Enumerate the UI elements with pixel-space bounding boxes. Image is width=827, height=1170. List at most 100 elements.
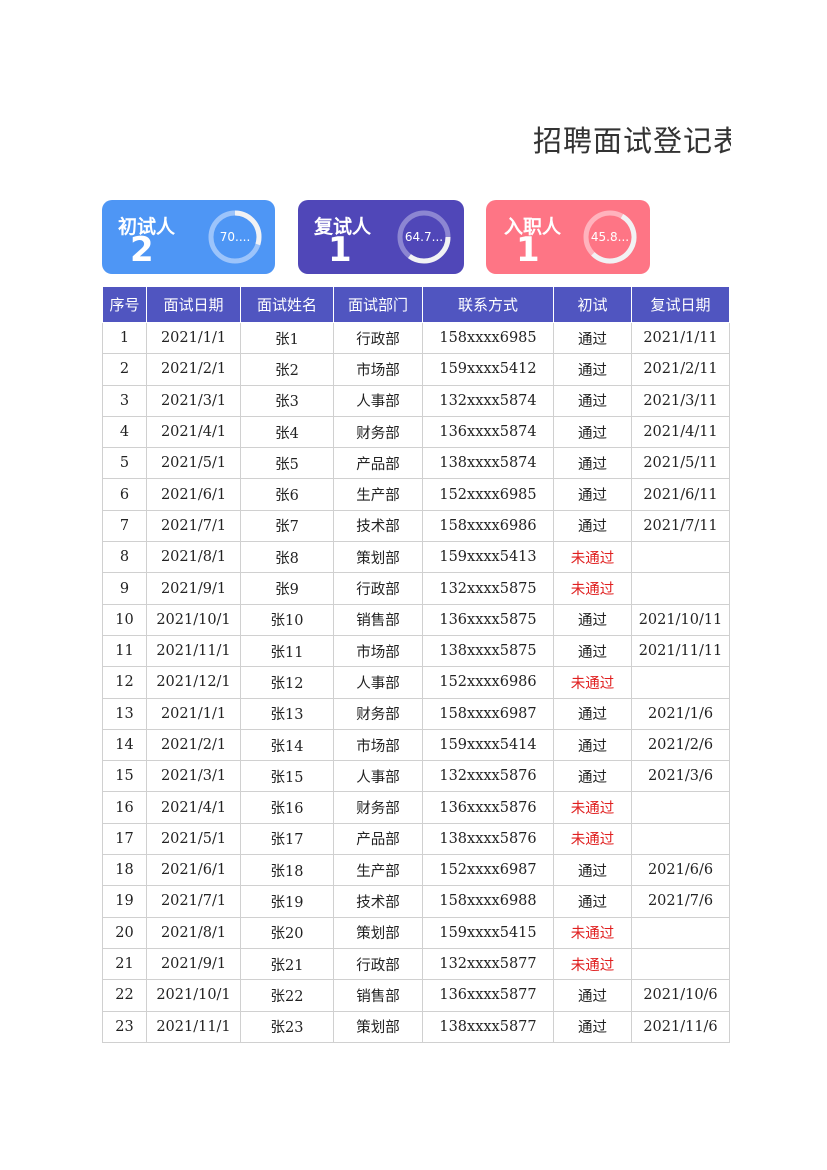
cell-col-date: 2021/8/1 [146, 916, 241, 949]
cell-col-index: 4 [102, 415, 147, 449]
cell-col-second-date: 2021/11/6 [631, 1010, 730, 1043]
cell-col-date: 2021/10/1 [146, 979, 241, 1012]
card-count: 1 [516, 230, 540, 270]
cell-col-first-result: 通过 [553, 384, 632, 417]
cell-col-second-date [631, 541, 730, 574]
second-interview-card: 复试人 1 64.7... [298, 200, 464, 274]
cell-col-dept: 技术部 [333, 885, 423, 918]
cell-col-second-date: 2021/3/11 [631, 384, 730, 417]
cell-col-first-result: 通过 [553, 885, 632, 918]
cell-col-contact: 152xxxx6987 [422, 854, 554, 887]
cell-col-first-result: 通过 [553, 760, 632, 793]
cell-col-date: 2021/9/1 [146, 572, 241, 605]
cell-col-second-date [631, 666, 730, 699]
cell-col-second-date: 2021/5/11 [631, 447, 730, 480]
cell-col-name: 张17 [240, 822, 334, 856]
cell-col-first-result: 通过 [553, 854, 632, 887]
cell-col-first-result: 通过 [553, 321, 632, 355]
cell-col-first-result: 通过 [553, 447, 632, 480]
cell-col-index: 23 [102, 1010, 147, 1043]
cell-col-dept: 技术部 [333, 509, 423, 543]
cell-col-index: 19 [102, 885, 147, 918]
cell-col-first-result: 未通过 [553, 541, 632, 574]
cell-col-name: 张7 [240, 509, 334, 543]
hired-card: 入职人 1 45.8... [486, 200, 650, 274]
cell-col-first-result: 未通过 [553, 947, 632, 981]
cell-col-dept: 行政部 [333, 572, 423, 605]
cell-col-second-date [631, 572, 730, 605]
cell-col-index: 15 [102, 760, 147, 793]
header-col-second-date: 复试日期 [631, 287, 730, 323]
cell-col-contact: 152xxxx6985 [422, 478, 554, 511]
cell-col-name: 张3 [240, 384, 334, 417]
cell-col-index: 10 [102, 603, 147, 636]
table-row: 9 2021/9/1 张9 行政部 132xxxx5875 未通过 [102, 572, 730, 605]
header-col-contact: 联系方式 [422, 287, 554, 323]
cell-col-dept: 行政部 [333, 947, 423, 981]
cell-col-index: 1 [102, 321, 147, 355]
table-row: 1 2021/1/1 张1 行政部 158xxxx6985 通过 2021/1/11 [102, 321, 730, 355]
cell-col-name: 张19 [240, 885, 334, 918]
cell-col-contact: 132xxxx5877 [422, 947, 554, 981]
cell-col-name: 张21 [240, 947, 334, 981]
cell-col-second-date [631, 822, 730, 856]
cell-col-date: 2021/2/1 [146, 353, 241, 386]
cell-col-dept: 销售部 [333, 603, 423, 636]
cell-col-index: 3 [102, 384, 147, 417]
cell-col-index: 5 [102, 447, 147, 480]
cell-col-index: 18 [102, 854, 147, 887]
cell-col-name: 张11 [240, 634, 334, 668]
cell-col-dept: 人事部 [333, 760, 423, 793]
cell-col-second-date: 2021/1/6 [631, 697, 730, 730]
cell-col-dept: 产品部 [333, 447, 423, 480]
cell-col-date: 2021/4/1 [146, 791, 241, 824]
cell-col-index: 14 [102, 728, 147, 762]
cell-col-first-result: 通过 [553, 697, 632, 730]
table-row: 2 2021/2/1 张2 市场部 159xxxx5412 通过 2021/2/11 [102, 353, 730, 386]
cell-col-date: 2021/7/1 [146, 885, 241, 918]
cell-col-second-date: 2021/10/11 [631, 603, 730, 636]
cell-col-contact: 132xxxx5876 [422, 760, 554, 793]
cell-col-name: 张15 [240, 760, 334, 793]
cell-col-dept: 财务部 [333, 791, 423, 824]
interview-table: 序号 面试日期 面试姓名 面试部门 联系方式 初试 复试日期 1 2021/1/1 张1 行政部 1… [102, 287, 730, 1043]
table-row: 23 2021/11/1 张23 策划部 138xxxx5877 通过 2021/11/6 [102, 1010, 730, 1043]
cell-col-date: 2021/11/1 [146, 1010, 241, 1043]
cell-col-date: 2021/10/1 [146, 603, 241, 636]
cell-col-index: 11 [102, 634, 147, 668]
cell-col-first-result: 通过 [553, 603, 632, 636]
cell-col-date: 2021/1/1 [146, 697, 241, 730]
table-row: 14 2021/2/1 张14 市场部 159xxxx5414 通过 2021/2/6 [102, 728, 730, 762]
cell-col-second-date: 2021/1/11 [631, 321, 730, 355]
cell-col-date: 2021/4/1 [146, 415, 241, 449]
table-row: 3 2021/3/1 张3 人事部 132xxxx5874 通过 2021/3/11 [102, 384, 730, 417]
cell-col-name: 张12 [240, 666, 334, 699]
table-row: 12 2021/12/1 张12 人事部 152xxxx6986 未通过 [102, 666, 730, 699]
table-row: 16 2021/4/1 张16 财务部 136xxxx5876 未通过 [102, 791, 730, 824]
cell-col-contact: 138xxxx5874 [422, 447, 554, 480]
cell-col-date: 2021/9/1 [146, 947, 241, 981]
cell-col-date: 2021/3/1 [146, 384, 241, 417]
cell-col-first-result: 未通过 [553, 822, 632, 856]
cell-col-contact: 132xxxx5875 [422, 572, 554, 605]
cell-col-second-date: 2021/6/6 [631, 854, 730, 887]
cell-col-second-date: 2021/11/11 [631, 634, 730, 668]
cell-col-contact: 159xxxx5412 [422, 353, 554, 386]
cell-col-first-result: 通过 [553, 1010, 632, 1043]
card-count: 2 [130, 230, 154, 270]
cell-col-second-date: 2021/6/11 [631, 478, 730, 511]
cell-col-dept: 市场部 [333, 353, 423, 386]
cell-col-index: 13 [102, 697, 147, 730]
table-row: 10 2021/10/1 张10 销售部 136xxxx5875 通过 2021/10/11 [102, 603, 730, 636]
header-col-date: 面试日期 [146, 287, 241, 323]
table-row: 4 2021/4/1 张4 财务部 136xxxx5874 通过 2021/4/11 [102, 415, 730, 449]
cell-col-date: 2021/2/1 [146, 728, 241, 762]
cell-col-contact: 132xxxx5874 [422, 384, 554, 417]
table-row: 18 2021/6/1 张18 生产部 152xxxx6987 通过 2021/6/6 [102, 854, 730, 887]
table-row: 20 2021/8/1 张20 策划部 159xxxx5415 未通过 [102, 916, 730, 949]
cell-col-date: 2021/8/1 [146, 541, 241, 574]
table-row: 11 2021/11/1 张11 市场部 138xxxx5875 通过 2021/11/11 [102, 634, 730, 668]
cell-col-name: 张13 [240, 697, 334, 730]
cell-col-first-result: 通过 [553, 509, 632, 543]
cell-col-second-date: 2021/7/11 [631, 509, 730, 543]
